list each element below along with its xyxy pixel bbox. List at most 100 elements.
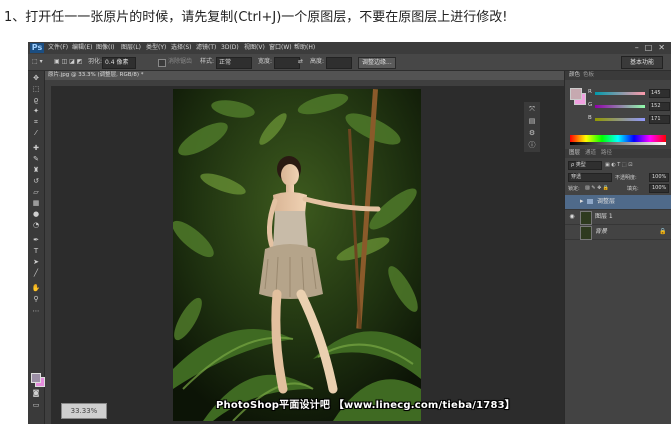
menu-edit[interactable]: 编辑(E) — [72, 42, 92, 54]
filter-icons[interactable]: ▣ ◐ T ⬚ ⊡ — [605, 162, 632, 170]
style-label: 样式: — [200, 58, 215, 65]
feather-label: 羽化: — [88, 58, 103, 65]
b-slider[interactable] — [595, 118, 645, 121]
marquee-preset-icon[interactable]: ⬚ ▾ — [32, 54, 43, 70]
crop-tool-icon[interactable]: ⌗ — [31, 118, 41, 127]
menu-select[interactable]: 选择(S) — [171, 42, 192, 54]
tab-swatches[interactable]: 色板 — [583, 71, 594, 80]
marquee-tool-icon[interactable]: ⬚ — [31, 85, 41, 94]
r-slider[interactable] — [595, 92, 645, 95]
magic-wand-icon[interactable]: ✦ — [31, 107, 41, 116]
zoom-tool-icon[interactable]: ⚲ — [31, 295, 41, 304]
menu-type[interactable]: 类型(Y) — [146, 42, 166, 54]
lock-icons[interactable]: ▨ ✎ ✥ 🔒 — [585, 185, 609, 193]
layer-thumbnail — [580, 226, 592, 240]
close-icon[interactable]: ✕ — [658, 43, 665, 53]
layer-name: 调整层 — [597, 198, 616, 205]
mini-panel-dock: ⤧ ▤ ⚙ ⓘ — [524, 102, 540, 152]
tab-color[interactable]: 颜色 — [569, 71, 580, 80]
b-value[interactable]: 171 — [649, 115, 670, 124]
width-input[interactable] — [274, 57, 300, 69]
swap-icon[interactable]: ⇄ — [298, 54, 303, 70]
opacity-input[interactable]: 100% — [649, 173, 669, 182]
blur-icon[interactable]: ● — [31, 210, 41, 219]
screen-mode-icon[interactable]: ▭ — [31, 401, 41, 410]
menu-view[interactable]: 视图(V) — [244, 42, 265, 54]
menu-3d[interactable]: 3D(D) — [221, 42, 239, 54]
layer-kind-filter[interactable]: ρ 类型 — [568, 161, 602, 170]
layer-row-group[interactable]: ▸ 调整层 — [565, 195, 671, 210]
menu-bar: Ps 文件(F) 编辑(E) 图像(I) 图层(L) 类型(Y) 选择(S) 滤… — [28, 42, 671, 54]
fill-input[interactable]: 100% — [649, 184, 669, 193]
layer-row-layer1[interactable]: ◉ 图层 1 — [565, 210, 671, 225]
document-tab[interactable]: 原片.jpg @ 33.3% (调整层, RGB/8) * — [45, 71, 148, 80]
history-brush-icon[interactable]: ↺ — [31, 177, 41, 186]
foreground-color-swatch[interactable] — [31, 373, 41, 383]
right-panels: 颜色 色板 R 145 G 152 B 171 图层 通道 路径 ρ 类型 ▣ … — [564, 71, 671, 424]
navigator-icon[interactable]: ▤ — [527, 117, 537, 126]
visibility-icon[interactable] — [568, 228, 576, 236]
style-select[interactable]: 正常 — [216, 57, 252, 69]
color-spectrum[interactable] — [570, 135, 666, 142]
width-label: 宽度: — [258, 58, 273, 65]
visibility-icon[interactable] — [568, 198, 576, 206]
photo-image — [173, 89, 421, 421]
info-icon[interactable]: ⓘ — [527, 141, 537, 150]
maximize-icon[interactable]: □ — [645, 43, 653, 53]
options-bar: ⬚ ▾ ▣ ◫ ◪ ◩ 羽化: 0.4 像素 消除锯齿 样式: 正常 宽度: ⇄… — [28, 54, 671, 71]
menu-image[interactable]: 图像(I) — [96, 42, 114, 54]
g-slider[interactable] — [595, 105, 645, 108]
expand-arrow-icon[interactable]: ▸ — [580, 197, 584, 205]
refine-edge-button[interactable]: 调整边缘... — [358, 57, 396, 69]
g-value[interactable]: 152 — [649, 102, 670, 111]
tab-channels[interactable]: 通道 — [585, 149, 596, 158]
menu-filter[interactable]: 滤镜(T) — [196, 42, 216, 54]
minimize-icon[interactable]: – — [635, 43, 639, 53]
gradient-icon[interactable]: ▦ — [31, 199, 41, 208]
brush-tool-icon[interactable]: ✎ — [31, 155, 41, 164]
feather-input[interactable]: 0.4 像素 — [102, 57, 136, 69]
eyedropper-icon[interactable]: ⁄ — [31, 129, 41, 138]
eraser-icon[interactable]: ▱ — [31, 188, 41, 197]
color-fg-swatch[interactable] — [570, 88, 582, 100]
antialias-checkbox[interactable] — [158, 59, 166, 67]
layer-thumbnail — [580, 211, 592, 225]
workspace-button[interactable]: 基本功能 — [621, 56, 663, 69]
tab-layers[interactable]: 图层 — [569, 149, 580, 158]
tab-paths[interactable]: 路径 — [601, 149, 612, 158]
layer-row-background[interactable]: 背景 🔒 — [565, 225, 671, 240]
pen-tool-icon[interactable]: ✒ — [31, 236, 41, 245]
menu-file[interactable]: 文件(F) — [48, 42, 68, 54]
dodge-icon[interactable]: ◔ — [31, 221, 41, 230]
healing-brush-icon[interactable]: ✚ — [31, 144, 41, 153]
layers-panel-tabs: 图层 通道 路径 — [565, 149, 671, 158]
type-tool-icon[interactable]: T — [31, 247, 41, 256]
path-select-icon[interactable]: ➤ — [31, 258, 41, 267]
menu-help[interactable]: 帮助(H) — [294, 42, 315, 54]
quick-mask-icon[interactable]: ◙ — [31, 389, 41, 398]
menu-window[interactable]: 窗口(W) — [269, 42, 292, 54]
clone-stamp-icon[interactable]: ♜ — [31, 166, 41, 175]
adjustments-icon[interactable]: ⚙ — [527, 129, 537, 138]
histogram-icon[interactable]: ⤧ — [527, 105, 537, 114]
status-zoom[interactable]: 33.33% — [61, 403, 107, 419]
hand-tool-icon[interactable]: ✋ — [31, 284, 41, 293]
lasso-tool-icon[interactable]: ϱ — [31, 96, 41, 105]
folder-icon — [587, 199, 593, 204]
r-value[interactable]: 145 — [649, 89, 670, 98]
layer-name: 背景 — [595, 228, 608, 235]
more-tools-icon[interactable]: ⋯ — [31, 307, 41, 316]
gray-ramp[interactable] — [570, 142, 666, 145]
antialias-label: 消除锯齿 — [168, 58, 193, 65]
tools-panel: ✥ ⬚ ϱ ✦ ⌗ ⁄ ✚ ✎ ♜ ↺ ▱ ▦ ● ◔ ✒ T ➤ ╱ ✋ ⚲ … — [28, 71, 45, 424]
jungle-portrait-photo — [173, 89, 421, 421]
shape-tool-icon[interactable]: ╱ — [31, 269, 41, 278]
eye-icon[interactable]: ◉ — [568, 213, 576, 221]
blend-mode-select[interactable]: 穿透 — [568, 173, 612, 182]
selection-mode-icons[interactable]: ▣ ◫ ◪ ◩ — [54, 54, 82, 70]
menu-layer[interactable]: 图层(L) — [121, 42, 141, 54]
move-tool-icon[interactable]: ✥ — [31, 74, 41, 83]
r-label: R — [588, 89, 592, 95]
height-input[interactable] — [326, 57, 352, 69]
lock-label: 锁定: — [568, 186, 580, 192]
